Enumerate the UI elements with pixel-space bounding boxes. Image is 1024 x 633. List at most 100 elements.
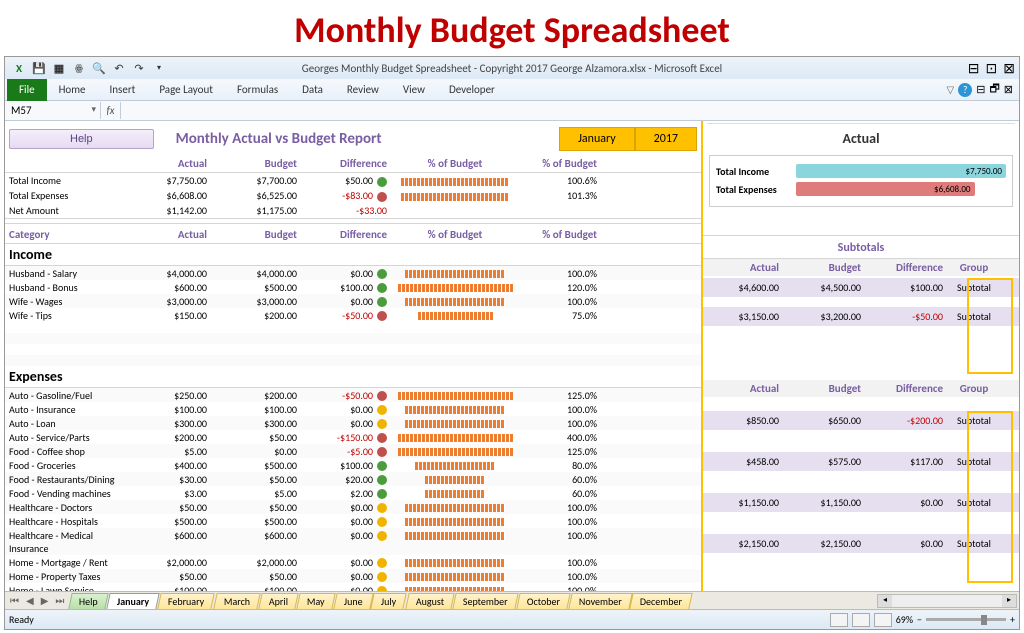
month-selector[interactable]: January xyxy=(559,127,635,151)
subtotal-row[interactable]: $458.00$575.00$117.00Subtotal xyxy=(703,452,1019,471)
data-row[interactable]: Food - Vending machines$3.00$5.00$2.0060… xyxy=(5,486,701,500)
status-dot-icon xyxy=(377,419,387,429)
subtotal-row[interactable]: $4,600.00$4,500.00$100.00Subtotal xyxy=(703,278,1019,297)
ribbon-tab-data[interactable]: Data xyxy=(290,80,335,99)
pct-bar xyxy=(405,532,505,540)
tab-first-icon[interactable]: ⏮ xyxy=(7,594,22,607)
data-row[interactable]: Healthcare - Hospitals$500.00$500.00$0.0… xyxy=(5,514,701,528)
pct-bar xyxy=(398,448,513,456)
subtotal-row[interactable]: $3,150.00$3,200.00-$50.00Subtotal xyxy=(703,307,1019,326)
close-icon[interactable]: ⊠ xyxy=(1003,60,1015,77)
help-button[interactable]: Help xyxy=(9,129,154,149)
tab-last-icon[interactable]: ⏭ xyxy=(52,594,67,607)
sheet-tab-june[interactable]: June xyxy=(333,593,373,609)
worksheet-area: Help Monthly Actual vs Budget Report Jan… xyxy=(5,121,1019,591)
fx-icon[interactable]: fx xyxy=(101,102,121,119)
pct-bar xyxy=(405,406,505,414)
subtotals-title: Subtotals xyxy=(703,235,1019,259)
subtotal-row[interactable]: $1,150.00$1,150.00$0.00Subtotal xyxy=(703,493,1019,512)
ribbon-minimize-icon[interactable]: ▽ xyxy=(947,83,955,96)
qat-dropdown-icon[interactable]: ▾ xyxy=(151,60,167,76)
data-row[interactable]: Healthcare - Doctors$50.00$50.00$0.00100… xyxy=(5,500,701,514)
sheet-tab-september[interactable]: September xyxy=(452,593,518,609)
scroll-right-icon[interactable]: ▸ xyxy=(1002,595,1016,607)
data-row[interactable]: Husband - Salary$4,000.00$4,000.00$0.001… xyxy=(5,266,701,280)
formula-input[interactable] xyxy=(121,109,1019,113)
save-icon[interactable]: 💾 xyxy=(31,60,47,76)
name-box[interactable]: M57 xyxy=(5,102,101,119)
workbook-close-icon[interactable]: ⊠ xyxy=(1004,83,1013,96)
status-dot-icon xyxy=(377,461,387,471)
zoom-percent[interactable]: 69% xyxy=(896,613,913,626)
data-row[interactable]: Food - Restaurants/Dining$30.00$50.00$20… xyxy=(5,472,701,486)
horizontal-scrollbar[interactable]: ◂ ▸ xyxy=(877,594,1017,608)
tab-nav[interactable]: ⏮ ◀ ▶ ⏭ xyxy=(5,594,69,607)
data-row[interactable]: Total Expenses$6,608.00$6,525.00-$83.001… xyxy=(5,188,701,203)
sheet-tab-january[interactable]: January xyxy=(106,593,160,609)
undo-icon[interactable]: ↶ xyxy=(111,60,127,76)
sheet-tab-may[interactable]: May xyxy=(296,593,335,609)
workbook-restore-icon[interactable]: 🗗 xyxy=(989,80,999,99)
page-break-view-button[interactable] xyxy=(874,613,892,627)
subtotals-panel: Actual Total Income $7,750.00 Total Expe… xyxy=(703,121,1019,591)
data-row[interactable]: Wife - Wages$3,000.00$3,000.00$0.00100.0… xyxy=(5,294,701,308)
print-icon[interactable]: ▦ xyxy=(51,60,67,76)
sheet-tab-july[interactable]: July xyxy=(371,593,408,609)
data-row[interactable]: Auto - Insurance$100.00$100.00$0.00100.0… xyxy=(5,402,701,416)
sheet-tab-february[interactable]: February xyxy=(158,593,216,609)
help-icon[interactable]: ? xyxy=(958,83,972,97)
ribbon-tab-developer[interactable]: Developer xyxy=(437,80,507,99)
pct-bar xyxy=(405,298,505,306)
data-row[interactable]: Auto - Gasoline/Fuel$250.00$200.00-$50.0… xyxy=(5,388,701,402)
subtotal-row[interactable]: $850.00$650.00-$200.00Subtotal xyxy=(703,411,1019,430)
zoom-slider[interactable] xyxy=(926,618,1006,621)
binoculars-icon[interactable]: ꙮ xyxy=(71,60,87,76)
col-category: Category xyxy=(5,228,125,241)
ribbon-tab-formulas[interactable]: Formulas xyxy=(225,80,290,99)
data-row[interactable]: Net Amount$1,142.00$1,175.00-$33.00 xyxy=(5,203,701,218)
tab-prev-icon[interactable]: ◀ xyxy=(23,594,37,607)
zoom-out-icon[interactable]: − xyxy=(917,613,922,626)
file-tab[interactable]: File xyxy=(7,79,47,101)
ribbon-tab-view[interactable]: View xyxy=(391,80,437,99)
sheet-tab-march[interactable]: March xyxy=(213,593,261,609)
data-row[interactable]: Food - Groceries$400.00$500.00$100.0080.… xyxy=(5,458,701,472)
maximize-icon[interactable]: ⊡ xyxy=(986,60,998,77)
col-difference: Difference xyxy=(305,157,395,170)
status-bar: Ready 69% − + xyxy=(5,609,1019,629)
status-dot-icon xyxy=(377,503,387,513)
redo-icon[interactable]: ↷ xyxy=(131,60,147,76)
scroll-left-icon[interactable]: ◂ xyxy=(878,595,892,607)
status-dot-icon xyxy=(377,177,387,187)
status-dot-icon xyxy=(377,531,387,541)
zoom-in-icon[interactable]: + xyxy=(1010,613,1015,626)
year-selector[interactable]: 2017 xyxy=(635,127,697,151)
tab-next-icon[interactable]: ▶ xyxy=(38,594,52,607)
data-row[interactable]: Food - Coffee shop$5.00$0.00-$5.00125.0% xyxy=(5,444,701,458)
data-row[interactable]: Wife - Tips$150.00$200.00-$50.0075.0% xyxy=(5,308,701,322)
sheet-tab-august[interactable]: August xyxy=(405,593,455,609)
sheet-tab-october[interactable]: October xyxy=(516,593,570,609)
data-row[interactable]: Home - Property Taxes$50.00$50.00$0.0010… xyxy=(5,569,701,583)
data-row[interactable]: Total Income$7,750.00$7,700.00$50.00100.… xyxy=(5,173,701,188)
data-row[interactable]: Home - Mortgage / Rent$2,000.00$2,000.00… xyxy=(5,555,701,569)
find-icon[interactable]: 🔍 xyxy=(91,60,107,76)
data-row[interactable]: Auto - Loan$300.00$300.00$0.00100.0% xyxy=(5,416,701,430)
sheet-tab-december[interactable]: December xyxy=(630,593,693,609)
minimize-icon[interactable]: ⊟ xyxy=(968,60,980,77)
sheet-tab-november[interactable]: November xyxy=(568,593,632,609)
subtotal-row[interactable]: $2,150.00$2,150.00$0.00Subtotal xyxy=(703,534,1019,553)
sheet-tab-april[interactable]: April xyxy=(258,593,299,609)
ribbon-tab-review[interactable]: Review xyxy=(335,80,391,99)
status-dot-icon xyxy=(377,447,387,457)
ribbon-tab-page-layout[interactable]: Page Layout xyxy=(147,80,225,99)
page-layout-view-button[interactable] xyxy=(852,613,870,627)
data-row[interactable]: Healthcare - Medical Insurance$600.00$60… xyxy=(5,528,701,555)
ribbon-tab-insert[interactable]: Insert xyxy=(98,80,148,99)
ribbon-tab-home[interactable]: Home xyxy=(47,80,98,99)
data-row[interactable]: Husband - Bonus$600.00$500.00$100.00120.… xyxy=(5,280,701,294)
normal-view-button[interactable] xyxy=(830,613,848,627)
data-row[interactable]: Auto - Service/Parts$200.00$50.00-$150.0… xyxy=(5,430,701,444)
workbook-minimize-icon[interactable]: ⊟ xyxy=(976,83,985,96)
sheet-tab-help[interactable]: Help xyxy=(69,593,109,609)
